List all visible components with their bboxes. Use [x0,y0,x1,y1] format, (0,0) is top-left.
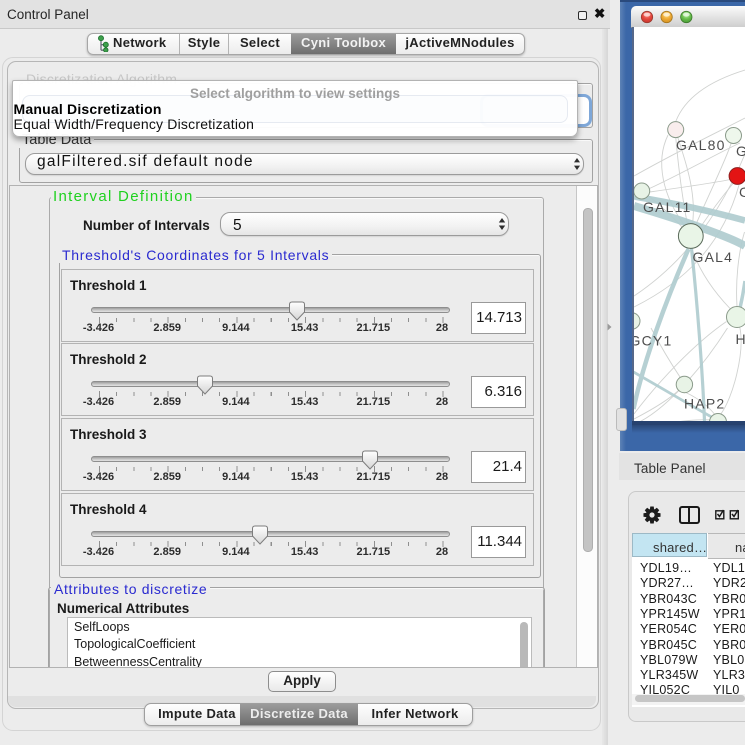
svg-text:GAL80: GAL80 [676,137,726,153]
svg-text:GCY1: GCY1 [634,333,672,349]
svg-text:GAL11: GAL11 [643,199,692,215]
svg-text:HAP2: HAP2 [684,396,725,412]
svg-text:GAL4: GAL4 [693,249,734,265]
svg-text:H: H [736,331,745,347]
svg-text:C: C [739,184,745,200]
svg-text:GA: GA [736,143,745,159]
